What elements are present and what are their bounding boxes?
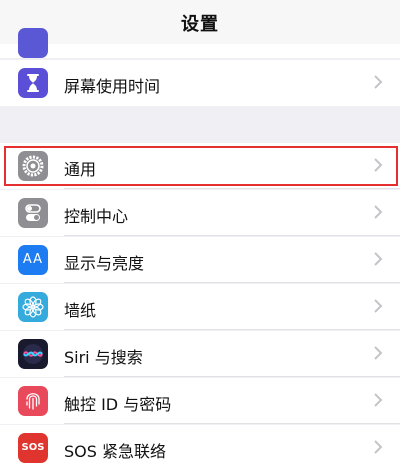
settings-row-emergency-sos[interactable]: SOS SOS 紧急联络 bbox=[0, 425, 400, 471]
chevron-right-icon bbox=[374, 158, 383, 172]
settings-row-control-center[interactable]: 控制中心 bbox=[0, 190, 400, 236]
icon-text: AA bbox=[22, 252, 44, 267]
gear-icon bbox=[18, 151, 48, 181]
text-size-aa-icon: AA bbox=[18, 245, 48, 275]
row-separator bbox=[64, 188, 400, 189]
hourglass-icon bbox=[18, 68, 48, 98]
chevron-right-icon bbox=[374, 346, 383, 360]
settings-row-label: 控制中心 bbox=[64, 207, 129, 226]
siri-icon bbox=[18, 339, 48, 369]
settings-row-label: SOS 紧急联络 bbox=[64, 442, 166, 461]
settings-row-display-brightness[interactable]: AA 显示与亮度 bbox=[0, 237, 400, 283]
navigation-bar: 设置 bbox=[0, 0, 400, 45]
settings-row-general[interactable]: 通用 bbox=[0, 143, 400, 189]
settings-row-label: 通用 bbox=[64, 160, 97, 179]
previous-row-partial[interactable] bbox=[0, 28, 400, 58]
row-separator bbox=[64, 329, 400, 330]
chevron-right-icon bbox=[374, 393, 383, 407]
settings-row-label: 墙纸 bbox=[64, 301, 97, 320]
settings-row-label: 屏幕使用时间 bbox=[64, 77, 161, 96]
chevron-right-icon bbox=[374, 299, 383, 313]
fingerprint-icon bbox=[18, 386, 48, 416]
settings-row-wallpaper[interactable]: 墙纸 bbox=[0, 284, 400, 330]
row-separator bbox=[64, 423, 400, 424]
row-separator bbox=[64, 376, 400, 377]
settings-row-label: Siri 与搜索 bbox=[64, 348, 143, 367]
sos-icon: SOS bbox=[18, 433, 48, 463]
chevron-right-icon bbox=[374, 75, 383, 89]
flower-icon bbox=[18, 292, 48, 322]
page-title: 设置 bbox=[181, 14, 219, 35]
row-separator bbox=[64, 282, 400, 283]
settings-row-screen-time[interactable]: 屏幕使用时间 bbox=[0, 60, 400, 106]
settings-row-label: 触控 ID 与密码 bbox=[64, 395, 172, 414]
chevron-right-icon bbox=[374, 252, 383, 266]
row-separator bbox=[64, 235, 400, 236]
settings-row-label: 显示与亮度 bbox=[64, 254, 145, 273]
settings-row-siri-search[interactable]: Siri 与搜索 bbox=[0, 331, 400, 377]
chevron-right-icon bbox=[374, 205, 383, 219]
settings-row-touch-id-passcode[interactable]: 触控 ID 与密码 bbox=[0, 378, 400, 424]
chevron-right-icon bbox=[374, 440, 383, 454]
icon-text: SOS bbox=[21, 442, 45, 453]
previous-row-icon bbox=[18, 28, 48, 58]
toggle-switches-icon bbox=[18, 198, 48, 228]
